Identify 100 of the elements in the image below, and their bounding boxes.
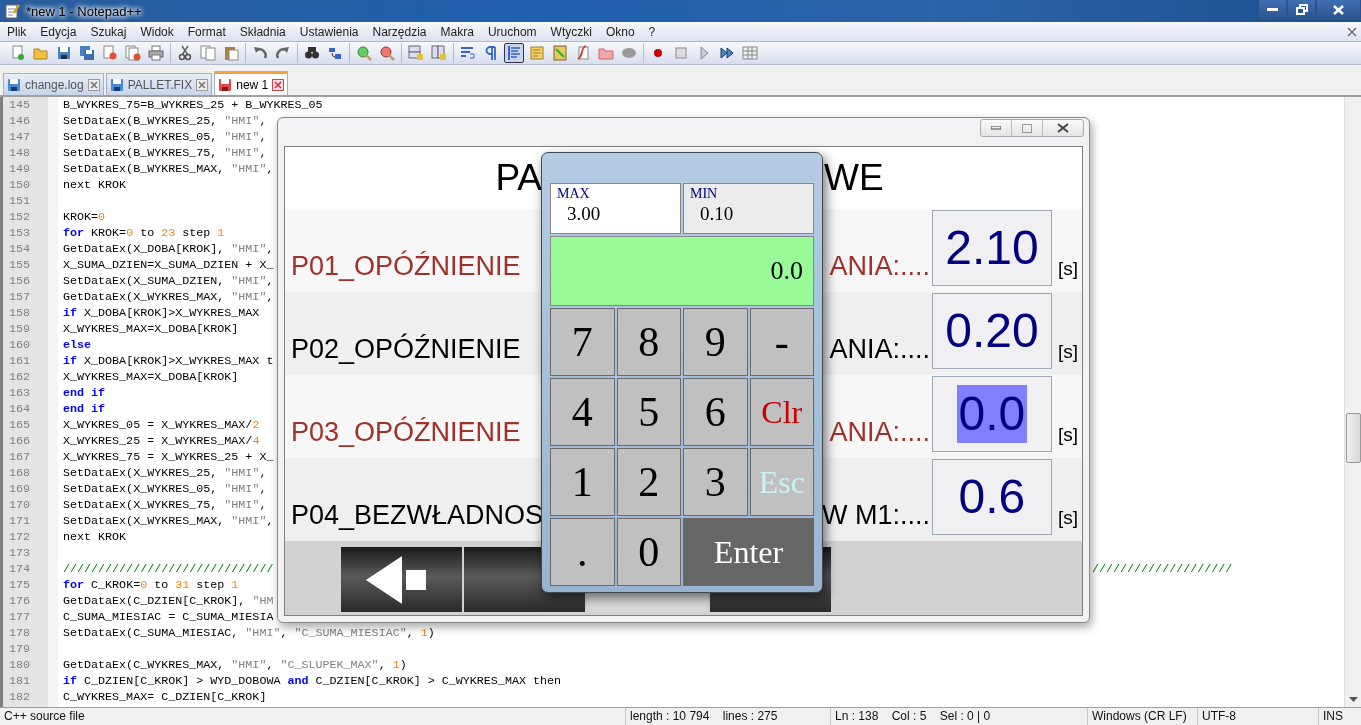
code-line: C_SUMA_MIESIAC = C_SUMA_MIESIA [63,610,274,624]
code-line: X_SUMA_DZIEN=X_SUMA_DZIEN + X_ [63,258,274,272]
nav-button[interactable] [341,547,462,612]
line-number: 150 [8,178,32,192]
close-icon [1333,4,1344,15]
value-field[interactable]: 0.20 [931,292,1052,369]
keypad-display: 0.0 [550,236,814,306]
keypad-key[interactable]: 5 [616,378,681,446]
line-number: 182 [8,690,32,704]
keypad-key[interactable]: Enter [683,518,814,586]
menu-item[interactable]: Widok [133,24,181,39]
line-number: 175 [8,578,32,592]
code-line: SetDataEx(X_WYKRES_25, "HMI", [63,466,267,480]
keypad-key[interactable]: 1 [550,448,615,516]
menu-item[interactable]: Okno [598,24,642,39]
menu-item[interactable]: Wtyczki [543,24,599,39]
function-list-icon [575,45,591,61]
status-text: Windows (CR LF) [1087,708,1197,725]
restore-button[interactable] [1287,0,1316,20]
status-text: UTF-8 [1197,708,1318,725]
file-tab[interactable]: new 1 [214,71,289,95]
sync-vertical-icon [408,45,424,61]
line-number: 152 [8,210,32,224]
line-number: 160 [8,338,32,352]
line-number: 167 [8,450,32,464]
keypad-key[interactable]: 2 [616,448,681,516]
code-line: for KROK=0 to 23 step 1 [63,226,225,240]
keypad-key[interactable]: 4 [550,378,615,446]
value-field[interactable]: 0.6 [931,458,1052,535]
unit-label: [s] [1057,341,1078,364]
open-folder-icon [33,45,49,61]
close-icon[interactable] [1347,26,1357,37]
toolbar-button[interactable] [504,43,524,63]
keypad-key[interactable]: - [749,308,814,376]
code-line: GetDataEx(X_DOBA[KROK], "HMI", [63,242,274,256]
close-icon[interactable] [196,78,209,91]
unit-label: [s] [1057,424,1078,447]
close-icon[interactable] [272,78,285,91]
line-number: 177 [8,610,32,624]
zoom-in-icon [356,45,372,61]
line-number: 170 [8,498,32,512]
keypad-key[interactable]: 3 [683,448,748,516]
minimize-button[interactable] [1258,0,1287,20]
menu-item[interactable]: Edycja [33,24,84,39]
parameter-label: P01_OPÓŹNIENIE [291,251,521,283]
line-number: 172 [8,530,32,544]
code-line: SetDataEx(B_WYKRES_75, "HMI", [63,146,267,160]
parameter-label: W M1:.... [821,500,930,532]
menu-item[interactable]: Szukaj [83,24,134,39]
notepad-icon [4,3,20,19]
line-number: 151 [8,194,32,208]
status-text: Ln : 138 Col : 5 Sel : 0 | 0 [830,708,1087,725]
restore-icon [1295,4,1308,15]
keypad-key[interactable]: 0 [616,518,681,586]
keypad-key[interactable]: 8 [616,308,681,376]
value-field[interactable]: 0.0 [931,375,1052,452]
menu-item[interactable]: Ustawienia [292,24,366,39]
code-line: if C_DZIEN[C_KROK] > WYD_DOBOWA and C_DZIEN[C_KROK] > C_WYKRES_MAX then [63,674,561,688]
code-line: B_WYKRES_75=B_WYKRES_25 + B_WYKRES_05 [63,98,323,112]
line-number: 168 [8,466,32,480]
line-number: 159 [8,322,32,336]
keypad-key[interactable]: 7 [550,308,615,376]
keypad-key[interactable]: 9 [683,308,748,376]
scroll-down-icon[interactable] [1348,697,1358,703]
line-number: 146 [8,114,32,128]
code-line: end if [63,386,106,400]
value-field[interactable]: 2.10 [931,209,1052,286]
menu-item[interactable]: Makra [433,24,481,39]
scrollbar[interactable] [1344,97,1361,707]
menu-item[interactable]: ? [641,24,663,39]
menu-item[interactable]: Narzędzia [365,24,434,39]
code-line: C_WYKRES_MAX= C_DZIEN[C_KROK] [63,690,267,704]
stop-icon [673,45,689,61]
indent-guide-icon [506,45,522,61]
code-line: else [63,338,92,352]
minimize-icon [991,126,1001,130]
keypad-key[interactable]: . [550,518,615,586]
grid-icon [742,45,758,61]
close-button[interactable] [1316,0,1361,20]
print-icon [148,45,164,61]
menu-item[interactable]: Format [180,24,233,39]
code-line: SetDataEx(B_WYKRES_MAX, "HMI", [63,162,274,176]
menu-item[interactable]: Składnia [232,24,293,39]
line-number: 164 [8,402,32,416]
keypad-key[interactable]: 6 [683,378,748,446]
file-tab[interactable]: PALLET.FIX [105,73,213,95]
scroll-thumb[interactable] [1345,413,1361,463]
code-line: X_WYKRES_75 = X_WYKRES_25 + X_ [63,450,274,464]
maximize-icon [1022,123,1032,133]
file-tab[interactable]: change.log [3,73,104,95]
menu-item[interactable]: Plik [0,24,34,39]
code-line: SetDataEx(X_SUMA_DZIEN, "HMI", [63,274,274,288]
menu-item[interactable]: Uruchom [480,24,544,39]
code-line: for C_KROK=0 to 31 step 1 [63,578,239,592]
close-icon[interactable] [87,78,100,91]
code-line: SetDataEx(X_WYKRES_05, "HMI", [63,482,267,496]
line-number: 153 [8,226,32,240]
code-line: SetDataEx(X_WYKRES_75, "HMI", [63,498,267,512]
map-icon [552,45,568,61]
line-number: 173 [8,546,32,560]
